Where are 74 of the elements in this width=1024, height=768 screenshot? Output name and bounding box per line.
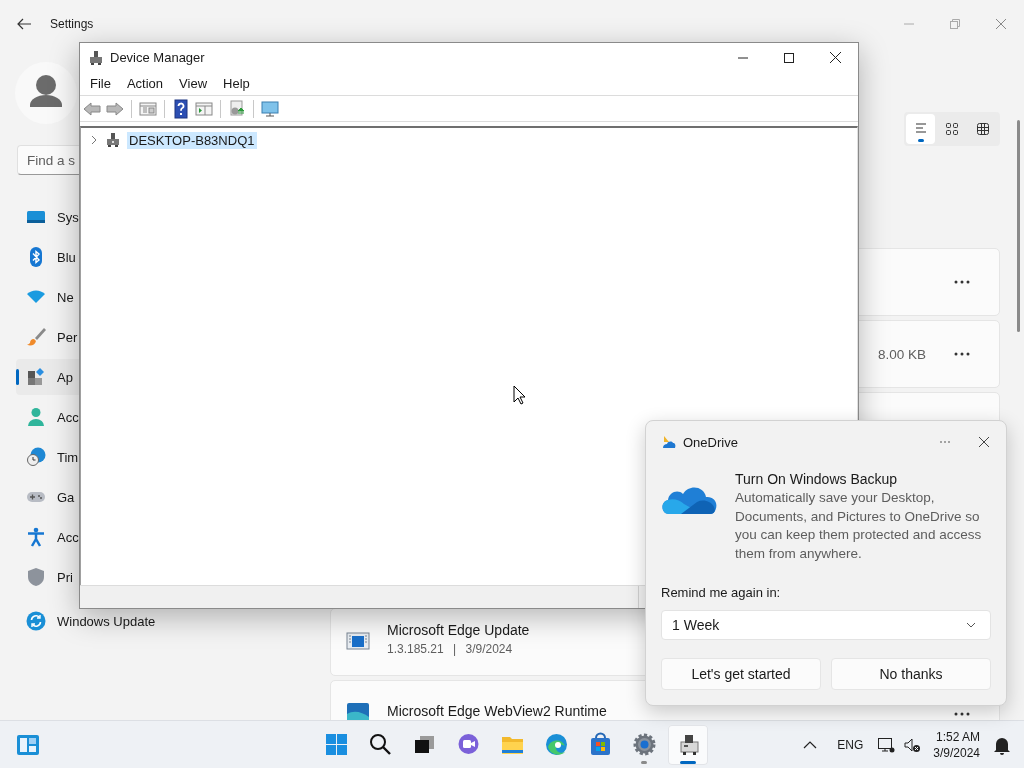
action-button[interactable]: Let's get started (661, 658, 821, 690)
window-title: Settings (50, 17, 94, 31)
nav-item[interactable]: Acc (16, 399, 79, 435)
nav-item[interactable]: Windows Update (16, 610, 156, 632)
widgets-icon (16, 732, 40, 757)
action-button[interactable]: No thanks (831, 658, 991, 690)
apps-icon (26, 367, 46, 387)
notification-text: Automatically save your Desktop, Documents, and Pictures to OneDrive so you can keep them protected and access them from anywhere. (735, 489, 983, 563)
app-details: 1.3.185.21 | 3/9/2024 (387, 642, 514, 656)
monitor-icon (260, 98, 280, 119)
app-name: OneDrive (683, 434, 738, 450)
nav-item[interactable]: Blu (16, 239, 79, 275)
nav-item[interactable]: Pri (16, 559, 79, 595)
close-button[interactable] (979, 437, 989, 447)
app-name: Microsoft Edge WebView2 Runtime (387, 703, 607, 719)
window-title: Device Manager (110, 50, 205, 65)
app-name: Microsoft Edge Update (387, 622, 530, 638)
menu-item[interactable]: View (171, 73, 216, 94)
more-icon (954, 352, 970, 356)
restore-icon (950, 19, 960, 29)
taskbar-button[interactable] (668, 724, 708, 765)
nav-item[interactable]: Tim (16, 439, 79, 475)
menu-item[interactable]: Action (118, 73, 172, 94)
remind-dropdown[interactable]: 1 Week (661, 610, 991, 640)
brush-icon (26, 327, 46, 347)
webview-icon (346, 702, 370, 720)
grid-icon (944, 121, 960, 137)
start-icon (323, 732, 349, 757)
edge-icon (543, 732, 569, 757)
scrollbar[interactable] (1017, 120, 1020, 332)
menu-item[interactable]: Help (215, 73, 258, 94)
scan-hardware-icon (227, 98, 247, 119)
shield-icon (26, 567, 46, 587)
nav-item[interactable]: Sys (16, 199, 79, 235)
help-icon (171, 98, 191, 119)
remind-label: Remind me again in: (661, 585, 782, 600)
nav-item[interactable]: Ne (16, 279, 79, 315)
nav-item[interactable]: Ap (16, 359, 79, 395)
more-icon (954, 712, 970, 716)
more-icon (939, 440, 951, 444)
network-icon (877, 735, 896, 754)
more-icon (954, 280, 970, 284)
cloud-icon (661, 434, 677, 450)
clock-date[interactable]: 3/9/2024 (933, 744, 980, 761)
person-icon (26, 407, 46, 427)
computer-icon (105, 132, 121, 148)
search-icon (367, 732, 393, 757)
close-icon (979, 437, 989, 447)
search-field[interactable]: Find a s (17, 145, 79, 175)
close-icon (829, 52, 841, 63)
clock-time[interactable]: 1:52 AM (935, 728, 980, 745)
chevron-up-icon (803, 740, 818, 749)
clock-icon (26, 447, 46, 467)
gear-icon (631, 732, 657, 757)
accessibility-icon (26, 527, 46, 547)
maximize-icon (784, 52, 794, 63)
avatar-icon (15, 62, 77, 124)
menu-item[interactable]: File (82, 73, 119, 94)
close-icon (996, 19, 1006, 29)
chevron-down-icon (966, 622, 976, 628)
nav-item[interactable]: Acc (16, 519, 79, 555)
sync-icon (26, 611, 46, 631)
nav-item[interactable]: Per (16, 319, 79, 355)
notification-title: Turn On Windows Backup (735, 471, 899, 487)
view-toggle[interactable] (906, 114, 936, 144)
nav-item[interactable]: Ga (16, 479, 79, 515)
tree-item[interactable]: DESKTOP-B83NDQ1 (127, 131, 258, 149)
cursor-icon (513, 385, 526, 405)
collapse-chevron-icon (89, 135, 99, 145)
app-size: 8.00 KB (877, 346, 926, 362)
computer-icon (88, 49, 104, 66)
back-arrow-icon (16, 16, 32, 32)
language-indicator[interactable]: ENG (837, 737, 864, 752)
table-icon (975, 121, 992, 137)
